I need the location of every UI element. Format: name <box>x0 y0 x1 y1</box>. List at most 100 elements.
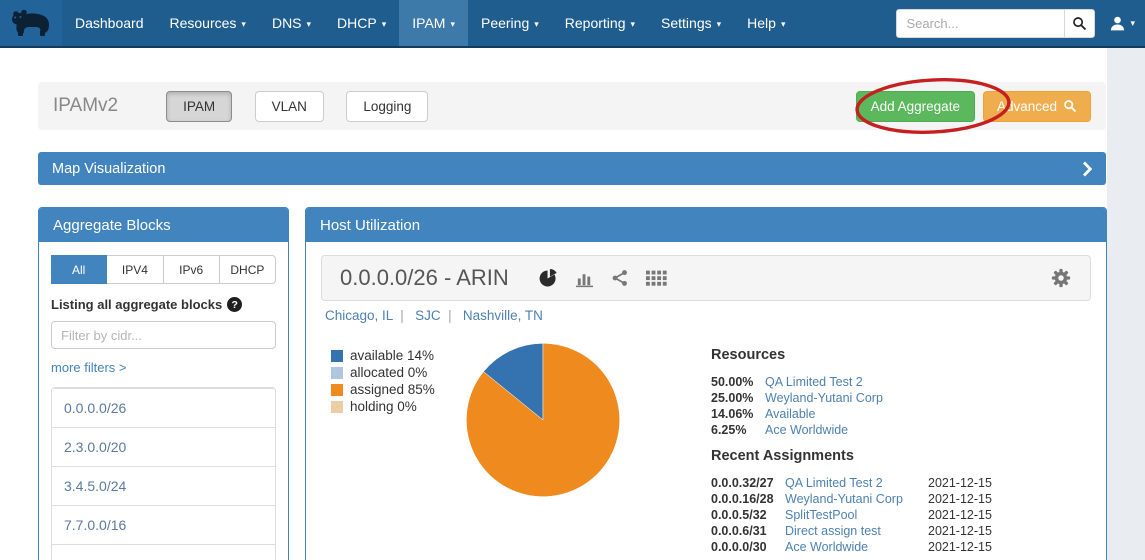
assignment-row: 0.0.0.16/28 Weyland-Yutani Corp 2021-12-… <box>711 491 1003 507</box>
resource-name-link[interactable]: Weyland-Yutani Corp <box>765 391 883 405</box>
aggregate-blocks-panel: Aggregate Blocks All IPV4 IPv6 DHCP List… <box>38 207 289 560</box>
chevron-down-icon: ▾ <box>382 19 387 30</box>
bar-chart-icon <box>575 269 594 288</box>
cidr-filter-input[interactable] <box>51 321 276 349</box>
resource-row: 50.00% QA Limited Test 2 <box>711 374 1003 390</box>
resource-percent: 6.25% <box>711 423 765 437</box>
share-button[interactable] <box>611 269 629 287</box>
app-logo[interactable] <box>0 0 62 46</box>
resources-list: 50.00% QA Limited Test 2 25.00% Weyland-… <box>711 374 1003 438</box>
legend-swatch <box>331 401 343 413</box>
gear-icon <box>1050 267 1072 289</box>
user-icon <box>1109 15 1126 32</box>
grid-view-button[interactable] <box>646 270 667 287</box>
map-visualization-bar[interactable]: Map Visualization <box>38 152 1106 185</box>
assignment-date: 2021-12-15 <box>928 476 992 490</box>
location-link[interactable]: Nashville, TN <box>463 308 543 323</box>
navbar-item[interactable]: Help ▾ <box>734 0 798 46</box>
resources-heading: Resources <box>711 347 1003 363</box>
host-utilization-panel: Host Utilization 0.0.0.0/26 - ARIN <box>305 207 1107 560</box>
assignment-date: 2021-12-15 <box>928 524 992 538</box>
top-navbar: Dashboard ▾ Resources ▾ DNS ▾ DHCP ▾ IPA… <box>0 0 1145 48</box>
user-menu[interactable]: ▾ <box>1109 15 1135 32</box>
search-input[interactable] <box>896 9 1064 38</box>
navbar-item-label: Resources <box>170 15 237 31</box>
settings-button[interactable] <box>1050 267 1072 289</box>
legend-swatch <box>331 367 343 379</box>
resource-name-link[interactable]: QA Limited Test 2 <box>765 375 863 389</box>
map-visualization-label: Map Visualization <box>52 161 165 177</box>
navbar-item[interactable]: Peering ▾ <box>468 0 552 46</box>
aggregate-type-tab[interactable]: IPv6 <box>164 255 220 284</box>
location-link[interactable]: Chicago, IL <box>325 308 411 323</box>
assignment-name-link[interactable]: Direct assign test <box>785 524 928 538</box>
navbar-item[interactable]: Dashboard ▾ <box>62 0 157 46</box>
resource-percent: 50.00% <box>711 375 765 389</box>
navbar-item-label: IPAM <box>412 15 445 31</box>
aggregate-type-tab[interactable]: IPV4 <box>107 255 163 284</box>
aggregate-block-item[interactable]: 7.7.0.0/16 <box>52 505 275 544</box>
navbar-item[interactable]: DNS ▾ <box>259 0 324 46</box>
view-button[interactable]: IPAM <box>166 91 232 122</box>
navbar-item[interactable]: Resources ▾ <box>157 0 259 46</box>
navbar-item-label: Help <box>747 15 776 31</box>
resource-row: 6.25% Ace Worldwide <box>711 422 1003 438</box>
chevron-down-icon: ▾ <box>307 19 312 30</box>
resources-section: Resources 50.00% QA Limited Test 2 25.00… <box>711 347 1003 438</box>
aggregate-block-item[interactable]: 3.4.5.0/24 <box>52 466 275 505</box>
add-aggregate-button[interactable]: Add Aggregate <box>856 91 975 122</box>
navbar-item-label: DNS <box>272 15 302 31</box>
grid-icon <box>646 270 667 287</box>
aggregate-type-tabs: All IPV4 IPv6 DHCP <box>51 255 276 284</box>
assignment-date: 2021-12-15 <box>928 508 992 522</box>
advanced-search-button[interactable]: Advanced <box>983 91 1091 122</box>
navbar-item-label: Peering <box>481 15 529 31</box>
navbar-item[interactable]: Settings ▾ <box>648 0 734 46</box>
resource-name-link[interactable]: Ace Worldwide <box>765 423 848 437</box>
assignment-name-link[interactable]: Ace Worldwide <box>785 540 928 554</box>
search-icon <box>1072 16 1087 31</box>
resource-name-link[interactable]: Available <box>765 407 816 421</box>
view-button[interactable]: VLAN <box>255 91 324 122</box>
search-icon <box>1063 99 1077 113</box>
block-summary-bar: 0.0.0.0/26 - ARIN <box>321 255 1091 301</box>
pie-chart-view-button[interactable] <box>539 269 558 288</box>
aggregate-type-tab[interactable]: DHCP <box>220 255 276 284</box>
page-title: IPAMv2 <box>53 95 118 117</box>
assignment-date: 2021-12-15 <box>928 540 992 554</box>
pie-chart-icon <box>539 269 558 288</box>
assignment-name-link[interactable]: Weyland-Yutani Corp <box>785 492 928 506</box>
legend-label: available 14% <box>350 348 434 363</box>
share-icon <box>611 269 629 287</box>
view-button[interactable]: Logging <box>346 91 428 122</box>
aggregate-block-item-partial[interactable] <box>52 544 275 560</box>
navbar-item[interactable]: IPAM ▾ <box>399 0 468 46</box>
chevron-down-icon: ▾ <box>450 19 455 30</box>
search-button[interactable] <box>1064 9 1095 38</box>
assignment-row: 0.0.0.32/27 QA Limited Test 2 2021-12-15 <box>711 475 1003 491</box>
pie-legend: available 14% allocated 0% assigned 85% … <box>331 347 435 415</box>
listing-label: Listing all aggregate blocks <box>51 297 222 312</box>
aggregate-block-item[interactable]: 0.0.0.0/26 <box>52 388 275 427</box>
navbar-item[interactable]: DHCP ▾ <box>324 0 399 46</box>
aggregate-type-tab[interactable]: All <box>51 255 107 284</box>
assignment-name-link[interactable]: QA Limited Test 2 <box>785 476 928 490</box>
navbar-item[interactable]: Reporting ▾ <box>552 0 648 46</box>
page-background-strip <box>1107 48 1145 560</box>
legend-label: allocated 0% <box>350 365 427 380</box>
assignment-cidr: 0.0.0.16/28 <box>711 492 785 506</box>
assignment-row: 0.0.0.0/30 Ace Worldwide 2021-12-15 <box>711 539 1003 555</box>
more-filters-link[interactable]: more filters > <box>51 360 127 375</box>
chevron-down-icon: ▾ <box>630 19 635 30</box>
help-icon[interactable]: ? <box>227 297 242 312</box>
location-link[interactable]: SJC <box>415 308 459 323</box>
legend-swatch <box>331 384 343 396</box>
advanced-button-label: Advanced <box>997 99 1057 114</box>
utilization-pie-chart <box>464 341 622 499</box>
resource-percent: 25.00% <box>711 391 765 405</box>
bar-chart-view-button[interactable] <box>575 269 594 288</box>
navbar-item-label: Reporting <box>565 15 626 31</box>
aggregate-block-item[interactable]: 2.3.0.0/20 <box>52 427 275 466</box>
legend-row: allocated 0% <box>331 364 435 381</box>
assignment-name-link[interactable]: SplitTestPool <box>785 508 928 522</box>
